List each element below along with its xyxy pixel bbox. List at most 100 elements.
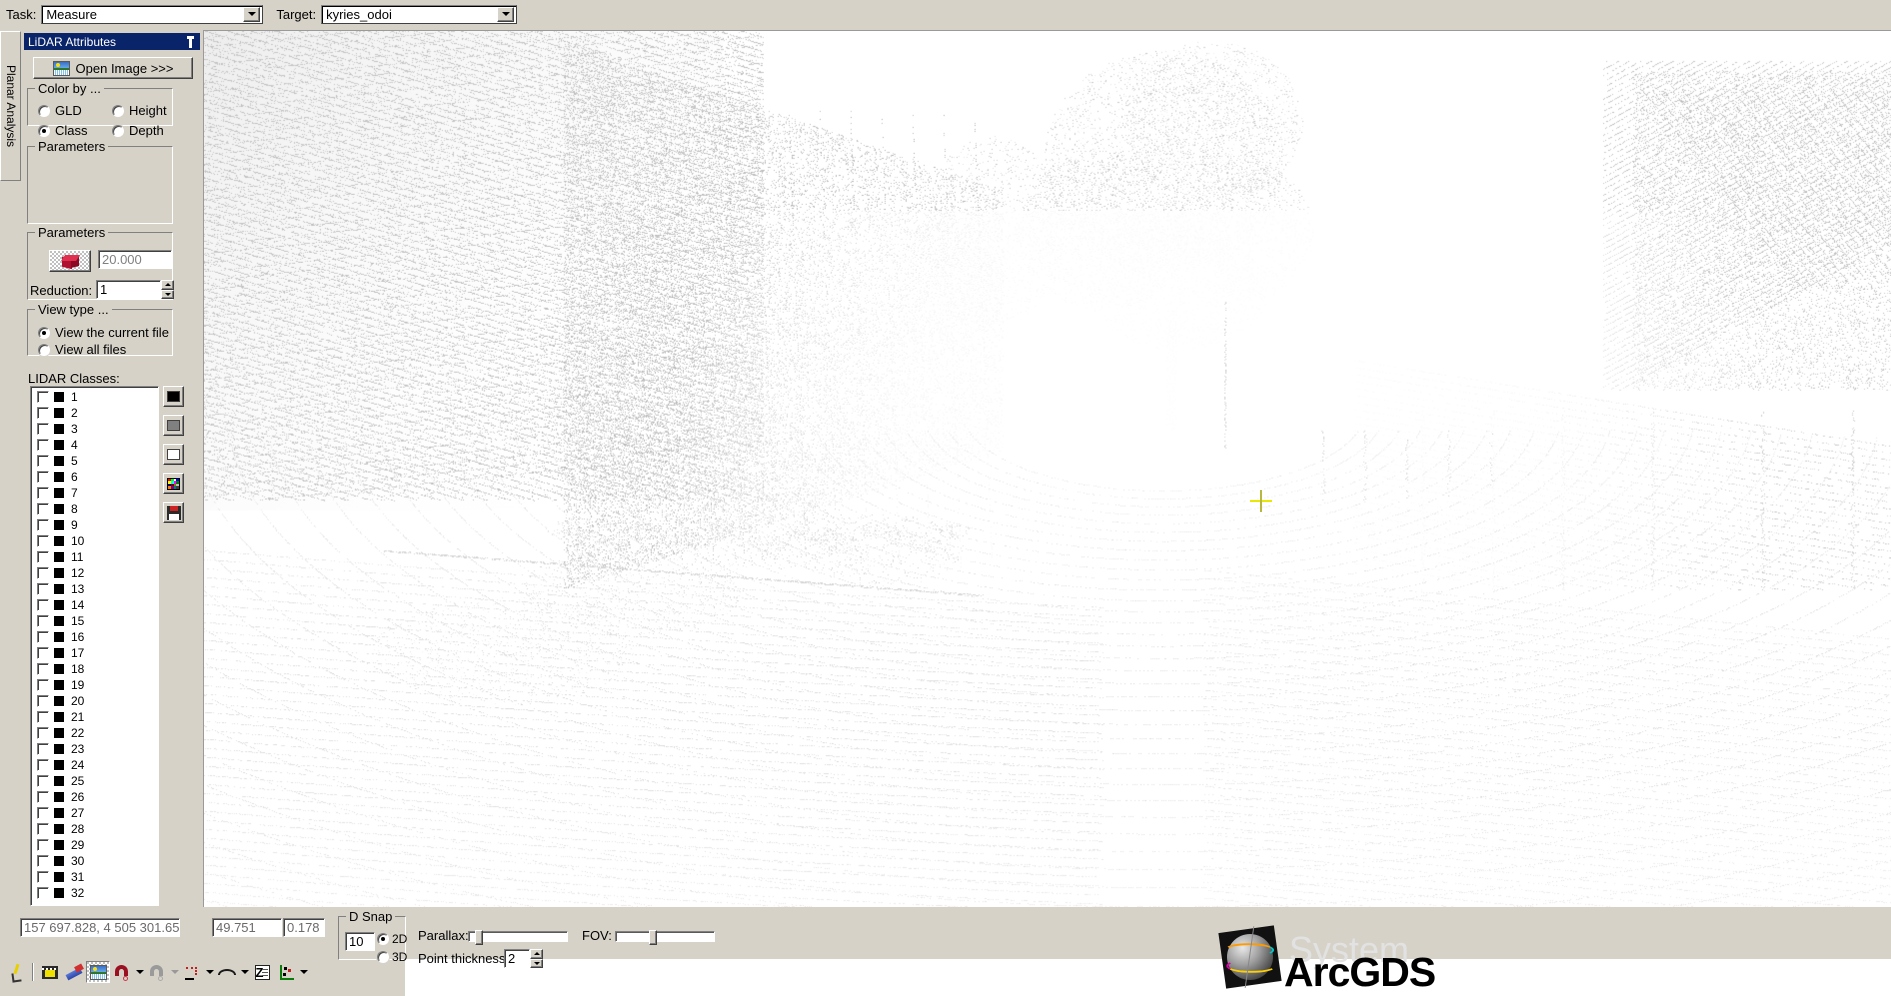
reduction-stepper-up[interactable] (161, 280, 174, 290)
note-tool-button[interactable] (250, 961, 274, 983)
class-list-item[interactable]: 21 (37, 709, 158, 725)
class-color-swatch[interactable] (54, 696, 64, 706)
class-visibility-checkbox[interactable] (37, 471, 49, 483)
class-color-swatch[interactable] (54, 488, 64, 498)
fov-slider-thumb[interactable] (649, 930, 658, 945)
d-snap-input[interactable]: 10 (345, 932, 375, 951)
class-visibility-checkbox[interactable] (37, 855, 49, 867)
class-visibility-checkbox[interactable] (37, 679, 49, 691)
class-color-swatch[interactable] (54, 392, 64, 402)
reduction-stepper[interactable] (161, 280, 174, 299)
class-visibility-checkbox[interactable] (37, 791, 49, 803)
class-visibility-checkbox[interactable] (37, 615, 49, 627)
task-combo-dropdown-button[interactable] (243, 6, 261, 22)
lidar-classes-list[interactable]: 1 2 3 4 5 6 7 8 9 10 11 12 13 14 15 16 17 18 19 20 21 22 23 24 2… (30, 386, 159, 906)
class-list-item[interactable]: 12 (37, 565, 158, 581)
class-list-item[interactable]: 17 (37, 645, 158, 661)
curve-menu-arrow[interactable] (239, 961, 250, 983)
class-list-item[interactable]: 9 (37, 517, 158, 533)
class-color-swatch[interactable] (54, 424, 64, 434)
task-combo[interactable]: Measure (41, 4, 264, 24)
class-color-swatch[interactable] (54, 536, 64, 546)
class-visibility-checkbox[interactable] (37, 711, 49, 723)
axis-tool-button[interactable] (274, 961, 298, 983)
axis-menu-arrow[interactable] (298, 961, 309, 983)
class-visibility-checkbox[interactable] (37, 567, 49, 579)
class-visibility-checkbox[interactable] (37, 407, 49, 419)
save-classes-button[interactable] (163, 502, 184, 523)
class-color-swatch[interactable] (54, 888, 64, 898)
class-list-item[interactable]: 1 (37, 389, 158, 405)
reduction-stepper-down[interactable] (161, 289, 174, 299)
pen-tool-button[interactable] (4, 961, 28, 983)
class-list-item[interactable]: 18 (37, 661, 158, 677)
snap-magnet-m-menu-arrow[interactable] (169, 961, 180, 983)
class-color-swatch[interactable] (54, 776, 64, 786)
class-list-item[interactable]: 14 (37, 597, 158, 613)
open-palette-button[interactable] (163, 473, 184, 494)
class-visibility-checkbox[interactable] (37, 887, 49, 899)
class-color-swatch[interactable] (54, 680, 64, 690)
class-visibility-checkbox[interactable] (37, 695, 49, 707)
class-color-swatch[interactable] (54, 872, 64, 882)
class-list-item[interactable]: 28 (37, 821, 158, 837)
class-visibility-checkbox[interactable] (37, 807, 49, 819)
class-list-item[interactable]: 11 (37, 549, 158, 565)
class-list-item[interactable]: 2 (37, 405, 158, 421)
radio-color-by-height[interactable]: Height (112, 103, 167, 118)
class-visibility-checkbox[interactable] (37, 503, 49, 515)
class-color-swatch[interactable] (54, 584, 64, 594)
class-list-item[interactable]: 13 (37, 581, 158, 597)
target-combo[interactable]: kyries_odoi (321, 4, 518, 24)
image-tool-button[interactable] (86, 961, 110, 983)
point-thickness-input[interactable]: 2 (504, 949, 530, 968)
class-visibility-checkbox[interactable] (37, 583, 49, 595)
class-color-swatch[interactable] (54, 472, 64, 482)
class-color-swatch[interactable] (54, 792, 64, 802)
class-visibility-checkbox[interactable] (37, 439, 49, 451)
point-thickness-stepper-down[interactable] (530, 958, 543, 968)
class-list-item[interactable]: 24 (37, 757, 158, 773)
radio-color-by-gld[interactable]: GLD (38, 103, 82, 118)
pin-icon[interactable] (185, 35, 196, 48)
class-list-item[interactable]: 5 (37, 453, 158, 469)
class-visibility-checkbox[interactable] (37, 631, 49, 643)
class-color-swatch[interactable] (54, 408, 64, 418)
class-visibility-checkbox[interactable] (37, 391, 49, 403)
class-visibility-checkbox[interactable] (37, 871, 49, 883)
class-visibility-checkbox[interactable] (37, 823, 49, 835)
class-color-swatch[interactable] (54, 632, 64, 642)
class-visibility-checkbox[interactable] (37, 551, 49, 563)
class-visibility-checkbox[interactable] (37, 535, 49, 547)
class-list-item[interactable]: 16 (37, 629, 158, 645)
radio-color-by-class[interactable]: Class (38, 123, 88, 138)
set-color-gray-button[interactable] (163, 415, 184, 436)
class-list-item[interactable]: 27 (37, 805, 158, 821)
radio-view-all-files[interactable]: View all files (38, 342, 126, 357)
class-color-swatch[interactable] (54, 824, 64, 834)
class-visibility-checkbox[interactable] (37, 759, 49, 771)
point-snap-menu-arrow[interactable] (204, 961, 215, 983)
lidar-point-cloud-view[interactable] (203, 30, 1891, 907)
class-color-swatch[interactable] (54, 760, 64, 770)
class-color-swatch[interactable] (54, 616, 64, 626)
set-color-white-button[interactable] (163, 444, 184, 465)
sidebar-tab-planar-analysis[interactable]: Planar Analysis (0, 31, 21, 181)
class-color-swatch[interactable] (54, 808, 64, 818)
measure-value-2-field[interactable]: 0.178 (283, 918, 325, 937)
class-color-swatch[interactable] (54, 440, 64, 450)
class-visibility-checkbox[interactable] (37, 839, 49, 851)
class-visibility-checkbox[interactable] (37, 647, 49, 659)
target-combo-dropdown-button[interactable] (497, 6, 515, 22)
point-thickness-stepper-up[interactable] (530, 949, 543, 959)
class-visibility-checkbox[interactable] (37, 727, 49, 739)
class-list-item[interactable]: 19 (37, 677, 158, 693)
radio-color-by-depth[interactable]: Depth (112, 123, 164, 138)
fov-slider[interactable] (615, 930, 715, 945)
class-visibility-checkbox[interactable] (37, 519, 49, 531)
point-cloud-canvas[interactable] (204, 31, 1891, 907)
open-image-button[interactable]: Open Image >>> (33, 57, 193, 79)
measure-value-1-field[interactable]: 49.751 (212, 918, 282, 937)
class-color-swatch[interactable] (54, 664, 64, 674)
class-visibility-checkbox[interactable] (37, 775, 49, 787)
